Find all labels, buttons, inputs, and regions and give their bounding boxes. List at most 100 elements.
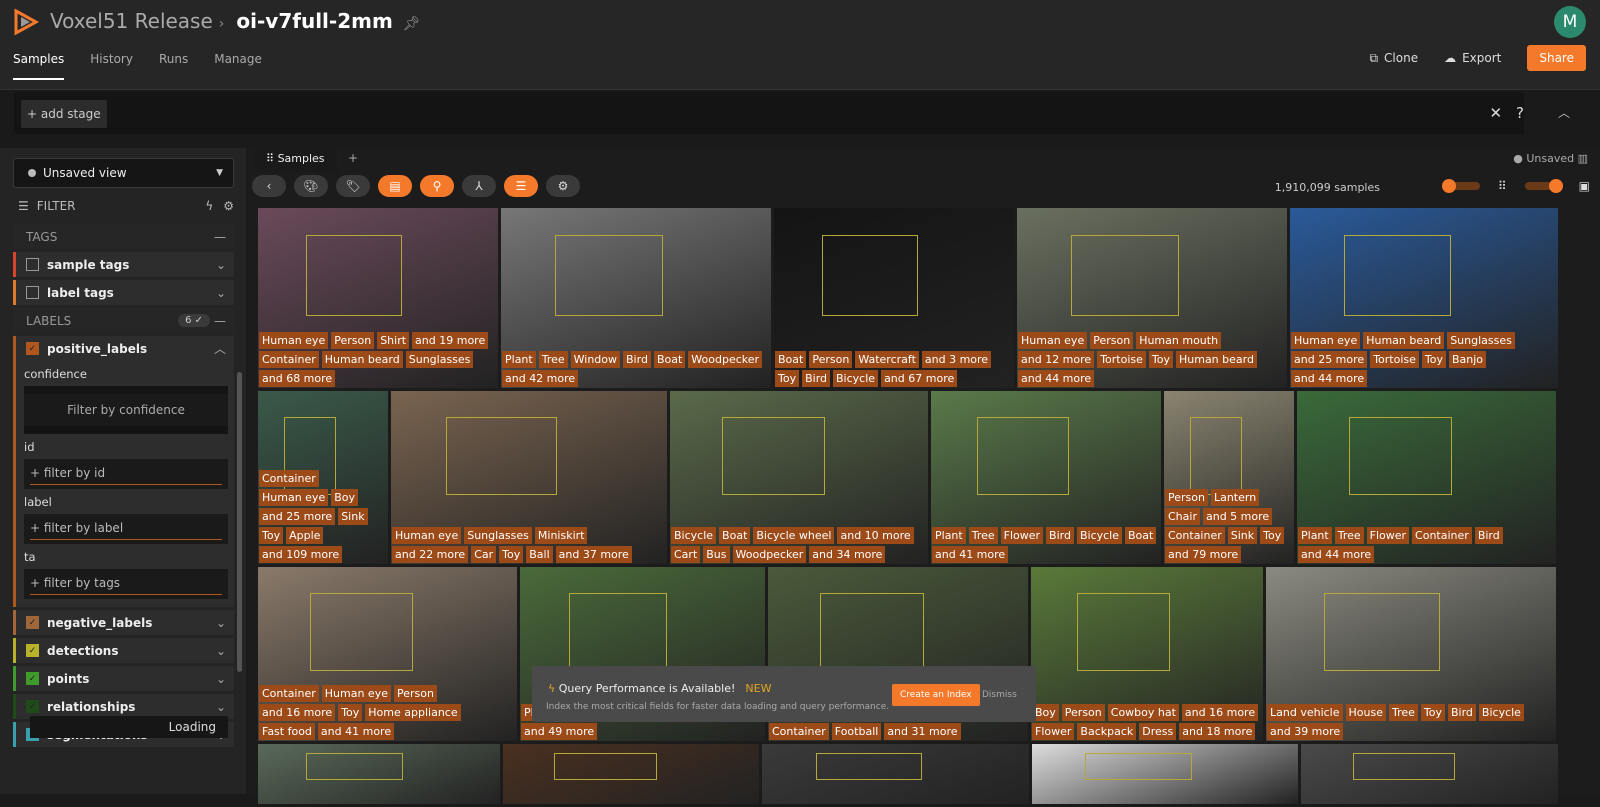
zoom-slider[interactable]	[1441, 179, 1480, 193]
label-tag: Boy	[1032, 704, 1059, 721]
chevron-up-icon[interactable]: ︿	[1558, 104, 1570, 121]
gear-icon[interactable]: ⚙	[223, 199, 234, 213]
tab-history[interactable]: History	[90, 52, 133, 80]
sample-tile[interactable]: Land vehicle House Tree Toy Bird Bicycle and 3…	[1266, 567, 1556, 741]
size-slider[interactable]	[1524, 179, 1563, 193]
sidebar-scrollbar[interactable]	[237, 372, 242, 672]
bounding-box	[554, 753, 657, 780]
clone-button[interactable]: ⧉ Clone	[1369, 51, 1418, 66]
sample-tile[interactable]	[258, 744, 500, 804]
chevron-down-icon[interactable]: ⌄	[216, 700, 226, 714]
lightning-icon[interactable]: ϟ	[205, 199, 213, 213]
create-index-button[interactable]: Create an Index	[892, 684, 980, 706]
field-row-detections[interactable]: ✓ detections ⌄	[13, 638, 234, 663]
checkbox[interactable]: ✓	[26, 672, 39, 685]
add-panel-icon[interactable]: +	[348, 151, 358, 165]
checkbox[interactable]: ✓	[26, 616, 39, 629]
sample-tile[interactable]: Container Human eye Person and 16 more Toy Ho…	[258, 567, 517, 741]
field-row-negative_labels[interactable]: ✓ negative_labels ⌄	[13, 610, 234, 635]
sample-tile[interactable]: Plant Tree Window Bird Boat Woodpecker and 42 …	[501, 208, 771, 388]
id-filter-input[interactable]: + filter by id	[24, 459, 228, 489]
checkbox[interactable]	[26, 286, 39, 299]
label-tag: Person	[809, 351, 853, 368]
sample-tile[interactable]: Human eye Person Shirt and 19 more Container…	[258, 208, 498, 388]
checkbox[interactable]: ✓	[26, 342, 39, 355]
label-filter-input[interactable]: + filter by label	[24, 514, 228, 544]
palette-icon[interactable]: 🎨︎	[294, 175, 328, 197]
dataset-name[interactable]: oi-v7full-2mm	[236, 9, 392, 33]
sample-tile[interactable]: Human eye Human beard Sunglasses and 25 mor…	[1290, 208, 1558, 388]
minus-icon[interactable]: —	[214, 230, 226, 244]
checkbox[interactable]	[26, 258, 39, 271]
label-tag: and 34 more	[809, 546, 886, 563]
help-icon[interactable]: ?	[1516, 104, 1524, 122]
tags-section[interactable]: TAGS —	[13, 224, 234, 249]
sample-tile[interactable]: Plant Tree Flower Bird Bicycle Boat and 41 mor…	[931, 391, 1161, 564]
chevron-down-icon[interactable]: ⌄	[216, 616, 226, 630]
label-tag: Tree	[538, 351, 568, 368]
checkbox[interactable]: ✓	[26, 700, 39, 713]
label-tag: Football	[831, 723, 882, 740]
label-tags-row[interactable]: label tags ⌄	[13, 280, 234, 305]
sample-tile[interactable]: Plant Tree Flower Container Bird and 44 more	[1297, 391, 1556, 564]
dismiss-button[interactable]: Dismiss	[982, 690, 1017, 700]
layout-icon[interactable]: ▥	[1578, 152, 1588, 165]
search-icon[interactable]: ⚲	[420, 175, 454, 197]
label-tag: and 109 more	[259, 546, 343, 563]
grid-icon[interactable]: ⠿	[1498, 179, 1507, 193]
calendar-icon[interactable]: ▣	[1579, 179, 1590, 193]
add-stage-button[interactable]: + add stage	[21, 100, 107, 128]
sample-tile[interactable]	[1031, 744, 1299, 804]
label-tag: and 25 more	[1291, 351, 1368, 368]
label-tag: Flower	[1032, 723, 1075, 740]
checkbox[interactable]: ✓	[26, 644, 39, 657]
tab-samples[interactable]: Samples	[13, 52, 65, 80]
avatar[interactable]: M	[1554, 6, 1586, 38]
tab-manage[interactable]: Manage	[214, 52, 262, 80]
label-tag: and 44 more	[1018, 370, 1095, 387]
chevron-down-icon[interactable]: ⌄	[216, 644, 226, 658]
tags-filter-input[interactable]: + filter by tags	[24, 569, 228, 599]
confidence-filter[interactable]: Filter by confidence	[24, 386, 228, 434]
patches-icon[interactable]: ▤	[378, 175, 412, 197]
close-icon[interactable]: ✕	[1489, 104, 1502, 122]
label-tag: Person	[1165, 489, 1208, 506]
labels-count-badge[interactable]: 6 ✓	[178, 314, 210, 327]
gear-icon[interactable]: ⚙	[546, 175, 580, 197]
minus-icon[interactable]: —	[214, 314, 226, 328]
sample-tile[interactable]: Bicycle Boat Bicycle wheel and 10 more Cart B…	[670, 391, 928, 564]
tab-samples-panel[interactable]: ⠿ Samples	[254, 148, 337, 172]
export-button[interactable]: ☁ Export	[1444, 51, 1501, 65]
label-tag: Container	[259, 351, 319, 368]
sample-tile[interactable]: Person Lantern Chair and 5 more Container Sin…	[1164, 391, 1294, 564]
org-link[interactable]: Voxel51 Release	[50, 9, 213, 33]
sample-tile[interactable]: Human eye Person Human mouth and 12 more Tor…	[1017, 208, 1287, 388]
sample-tile[interactable]: Container Human eye Boy and 25 more Sink Toy A…	[258, 391, 388, 564]
sample-tags-row[interactable]: sample tags ⌄	[13, 252, 234, 277]
view-selector[interactable]: Unsaved view ▼	[13, 158, 234, 188]
label-tag: Person	[1090, 332, 1134, 349]
chevron-up-icon[interactable]: ︿	[214, 340, 226, 357]
sample-tile[interactable]	[1301, 744, 1558, 804]
pin-icon[interactable]: 📌︎	[403, 16, 421, 32]
share-button[interactable]: Share	[1527, 45, 1586, 71]
back-button[interactable]: ‹	[252, 175, 286, 197]
labels-section[interactable]: LABELS 6 ✓ —	[13, 308, 234, 333]
field-row-points[interactable]: ✓ points ⌄	[13, 666, 234, 691]
positive-labels-row[interactable]: ✓ positive_labels ︿	[13, 336, 234, 361]
sample-tile[interactable]: Human eye Sunglasses Miniskirt and 22 more C…	[391, 391, 667, 564]
sample-tile[interactable]	[762, 744, 1029, 804]
label-tag: Lantern	[1210, 489, 1260, 506]
sample-tile[interactable]: Boat Person Watercraft and 3 more Toy Bird Bic…	[774, 208, 1014, 388]
chevron-down-icon[interactable]: ⌄	[216, 258, 226, 272]
chevron-down-icon[interactable]: ⌄	[216, 672, 226, 686]
tag-icon[interactable]: 🏷︎	[336, 175, 370, 197]
sample-tile[interactable]: Boy Person Cowboy hat and 16 more Flower Back…	[1031, 567, 1263, 741]
label-tag: Human beard	[1175, 351, 1257, 368]
list-icon[interactable]: ☰	[504, 175, 538, 197]
chevron-down-icon[interactable]: ⌄	[216, 286, 226, 300]
merge-icon[interactable]: ⅄	[462, 175, 496, 197]
sample-tile[interactable]	[502, 744, 760, 804]
export-label: Export	[1462, 51, 1502, 65]
tab-runs[interactable]: Runs	[159, 52, 188, 80]
